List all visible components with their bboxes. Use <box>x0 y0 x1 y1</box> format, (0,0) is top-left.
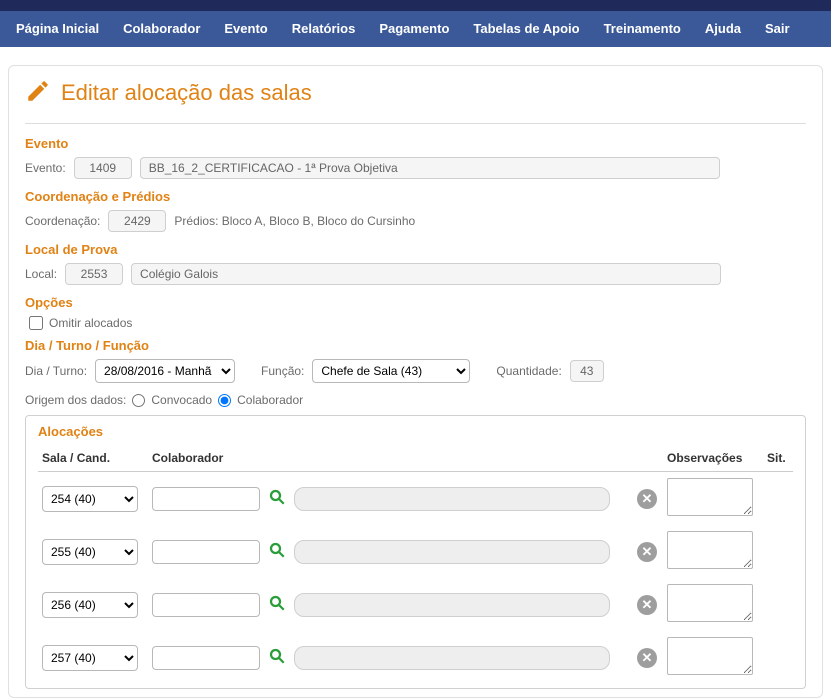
sala-select[interactable]: 257 (40) <box>42 645 138 671</box>
quantidade-label: Quantidade: <box>496 364 561 378</box>
main-panel: Editar alocação das salas Evento Evento:… <box>8 65 823 698</box>
origem-label: Origem dos dados: <box>25 393 126 407</box>
colaborador-id-input[interactable] <box>152 487 260 511</box>
colaborador-id-input[interactable] <box>152 593 260 617</box>
table-row: 254 (40) ✕ <box>38 472 793 526</box>
dia-turno-label: Dia / Turno: <box>25 364 87 378</box>
th-colaborador: Colaborador <box>148 447 663 472</box>
coordenacao-label: Coordenação: <box>25 214 100 228</box>
main-navbar: Página Inicial Colaborador Evento Relató… <box>0 11 831 47</box>
nav-pagina-inicial[interactable]: Página Inicial <box>4 11 111 47</box>
clear-icon[interactable]: ✕ <box>637 648 657 668</box>
search-icon[interactable] <box>268 594 286 612</box>
funcao-label: Função: <box>261 364 304 378</box>
colaborador-nome-display <box>294 540 610 564</box>
sala-select[interactable]: 254 (40) <box>42 486 138 512</box>
evento-id <box>74 157 132 179</box>
clear-icon[interactable]: ✕ <box>637 489 657 509</box>
funcao-select[interactable]: Chefe de Sala (43) <box>312 359 470 383</box>
table-row: 256 (40) ✕ <box>38 578 793 631</box>
sit-cell <box>763 472 793 526</box>
predios-text: Prédios: Bloco A, Bloco B, Bloco do Curs… <box>174 214 415 228</box>
observacoes-textarea[interactable] <box>667 531 753 569</box>
quantidade-value <box>570 360 604 382</box>
th-observacoes: Observações <box>663 447 763 472</box>
omitir-alocados-checkbox[interactable] <box>29 316 43 330</box>
table-row: 255 (40) ✕ <box>38 525 793 578</box>
sit-cell <box>763 525 793 578</box>
section-evento: Evento <box>25 136 806 151</box>
page-title: Editar alocação das salas <box>61 80 312 106</box>
section-local: Local de Prova <box>25 242 806 257</box>
nav-sair[interactable]: Sair <box>753 11 802 47</box>
edit-icon <box>25 78 51 107</box>
title-separator <box>25 123 806 124</box>
alocacoes-title: Alocações <box>38 424 793 439</box>
origem-colaborador-label: Colaborador <box>237 393 303 407</box>
origem-colaborador-radio[interactable] <box>218 394 231 407</box>
alocacoes-panel: Alocações Sala / Cand. Colaborador Obser… <box>25 415 806 689</box>
clear-icon[interactable]: ✕ <box>637 542 657 562</box>
local-id <box>65 263 123 285</box>
sit-cell <box>763 631 793 684</box>
colaborador-id-input[interactable] <box>152 646 260 670</box>
omitir-alocados-label: Omitir alocados <box>49 316 132 330</box>
nav-pagamento[interactable]: Pagamento <box>367 11 461 47</box>
section-opcoes: Opções <box>25 295 806 310</box>
colaborador-id-input[interactable] <box>152 540 260 564</box>
sala-select[interactable]: 255 (40) <box>42 539 138 565</box>
nav-relatorios[interactable]: Relatórios <box>280 11 368 47</box>
observacoes-textarea[interactable] <box>667 478 753 516</box>
origem-convocado-label: Convocado <box>151 393 212 407</box>
coordenacao-id <box>108 210 166 232</box>
section-coordenacao: Coordenação e Prédios <box>25 189 806 204</box>
sala-select[interactable]: 256 (40) <box>42 592 138 618</box>
colaborador-nome-display <box>294 487 610 511</box>
clear-icon[interactable]: ✕ <box>637 595 657 615</box>
search-icon[interactable] <box>268 647 286 665</box>
th-sit: Sit. <box>763 447 793 472</box>
evento-label: Evento: <box>25 161 66 175</box>
top-ribbon <box>0 0 831 11</box>
sit-cell <box>763 578 793 631</box>
evento-nome <box>140 157 720 179</box>
nav-colaborador[interactable]: Colaborador <box>111 11 212 47</box>
nav-tabelas-apoio[interactable]: Tabelas de Apoio <box>461 11 591 47</box>
section-dia-turno: Dia / Turno / Função <box>25 338 806 353</box>
search-icon[interactable] <box>268 488 286 506</box>
dia-turno-select[interactable]: 28/08/2016 - Manhã <box>95 359 235 383</box>
observacoes-textarea[interactable] <box>667 637 753 675</box>
local-label: Local: <box>25 267 57 281</box>
page-title-row: Editar alocação das salas <box>25 78 806 107</box>
nav-evento[interactable]: Evento <box>212 11 279 47</box>
th-sala: Sala / Cand. <box>38 447 148 472</box>
colaborador-nome-display <box>294 646 610 670</box>
local-nome <box>131 263 721 285</box>
nav-ajuda[interactable]: Ajuda <box>693 11 753 47</box>
nav-treinamento[interactable]: Treinamento <box>592 11 693 47</box>
origem-convocado-radio[interactable] <box>132 394 145 407</box>
observacoes-textarea[interactable] <box>667 584 753 622</box>
search-icon[interactable] <box>268 541 286 559</box>
alocacoes-table: Sala / Cand. Colaborador Observações Sit… <box>38 447 793 684</box>
colaborador-nome-display <box>294 593 610 617</box>
table-row: 257 (40) ✕ <box>38 631 793 684</box>
